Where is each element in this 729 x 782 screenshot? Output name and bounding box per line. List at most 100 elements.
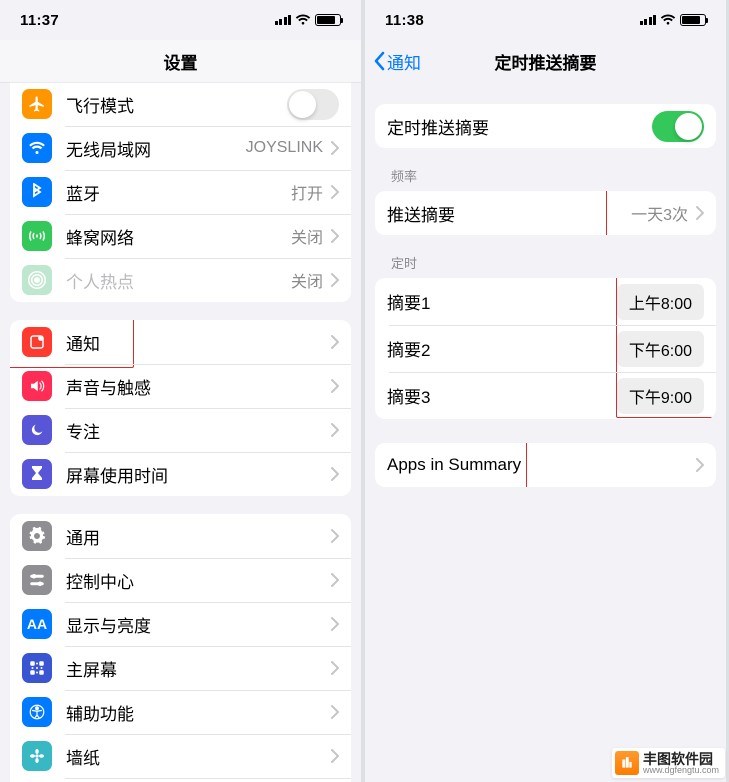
moon-icon (22, 415, 52, 445)
sound-icon (22, 371, 52, 401)
row-bluetooth[interactable]: 蓝牙 打开 (10, 170, 351, 214)
back-label: 通知 (387, 49, 421, 74)
chevron-icon (331, 661, 339, 675)
row-label: 通用 (66, 524, 331, 549)
row-label: 屏幕使用时间 (66, 462, 331, 487)
row-cellular[interactable]: 蜂窝网络 关闭 (10, 214, 351, 258)
row-label: 显示与亮度 (66, 612, 331, 637)
row-label: 主屏幕 (66, 656, 331, 681)
page-title: 设置 (164, 49, 198, 74)
row-label: 蓝牙 (66, 180, 291, 205)
status-bar: 11:38 (365, 0, 726, 40)
chevron-icon (331, 467, 339, 481)
hotspot-icon (22, 265, 52, 295)
scheduled-toggle[interactable] (652, 111, 704, 142)
watermark-icon (615, 751, 639, 775)
time-pill[interactable]: 下午9:00 (617, 378, 704, 414)
row-focus[interactable]: 专注 (10, 408, 351, 452)
row-control-center[interactable]: 控制中心 (10, 558, 351, 602)
row-label: 墙纸 (66, 744, 331, 769)
signal-icon (275, 15, 292, 25)
row-label: 摘要1 (387, 289, 617, 314)
time-pill[interactable]: 上午8:00 (617, 284, 704, 320)
left-phone: 11:37 设置 飞行模式 无线局域网 JOYSLINK (0, 0, 361, 782)
airplane-icon (22, 89, 52, 119)
row-sound[interactable]: 声音与触感 (10, 364, 351, 408)
row-notifications[interactable]: 通知 (10, 320, 351, 364)
settings-group-system: 通用 控制中心 AA 显示与亮度 主屏幕 辅助功能 (10, 514, 351, 782)
chevron-icon (331, 229, 339, 243)
notifications-icon (22, 327, 52, 357)
wifi-icon (660, 14, 676, 26)
chevron-icon (696, 458, 704, 472)
row-label: 辅助功能 (66, 700, 331, 725)
row-label: 个人热点 (66, 268, 291, 293)
chevron-icon (331, 573, 339, 587)
row-label: 摘要3 (387, 383, 617, 408)
page-title: 定时推送摘要 (495, 49, 597, 74)
chevron-icon (331, 423, 339, 437)
back-button[interactable]: 通知 (373, 49, 421, 74)
row-value: JOYSLINK (246, 139, 323, 157)
gear-icon (22, 521, 52, 551)
chevron-icon (331, 141, 339, 155)
row-wallpaper[interactable]: 墙纸 (10, 734, 351, 778)
group-label-schedule: 定时 (391, 253, 716, 272)
row-time-2[interactable]: 摘要2 下午6:00 (375, 325, 716, 372)
row-label: 摘要2 (387, 336, 617, 361)
row-value: 关闭 (291, 268, 323, 292)
row-label: 蜂窝网络 (66, 224, 291, 249)
page-header: 设置 (0, 40, 361, 82)
accessibility-icon (22, 697, 52, 727)
wifi-icon (22, 133, 52, 163)
sliders-icon (22, 565, 52, 595)
group-label-frequency: 频率 (391, 166, 716, 185)
page-header: 通知 定时推送摘要 (365, 40, 726, 82)
chevron-icon (331, 749, 339, 763)
airplane-toggle[interactable] (287, 89, 339, 120)
watermark: 丰图软件园 www.dgfengtu.com (612, 748, 725, 778)
wifi-icon (295, 14, 311, 26)
group-frequency: 推送摘要 一天3次 (375, 191, 716, 235)
time-pill[interactable]: 下午6:00 (617, 331, 704, 367)
row-scheduled-toggle[interactable]: 定时推送摘要 (375, 104, 716, 148)
row-label: 专注 (66, 418, 331, 443)
row-time-3[interactable]: 摘要3 下午9:00 (375, 372, 716, 419)
row-airplane[interactable]: 飞行模式 (10, 82, 351, 126)
chevron-icon (331, 273, 339, 287)
row-hotspot: 个人热点 关闭 (10, 258, 351, 302)
row-label: Apps in Summary (387, 455, 696, 475)
bluetooth-icon (22, 177, 52, 207)
row-time-1[interactable]: 摘要1 上午8:00 (375, 278, 716, 325)
row-label: 通知 (66, 330, 331, 355)
row-frequency[interactable]: 推送摘要 一天3次 (375, 191, 716, 235)
row-siri[interactable]: Siri与搜索 (10, 778, 351, 782)
chevron-icon (331, 185, 339, 199)
row-screentime[interactable]: 屏幕使用时间 (10, 452, 351, 496)
status-time: 11:37 (20, 12, 59, 29)
status-bar: 11:37 (0, 0, 361, 40)
chevron-icon (331, 379, 339, 393)
row-accessibility[interactable]: 辅助功能 (10, 690, 351, 734)
row-value: 一天3次 (631, 201, 688, 225)
settings-group-personal: 通知 声音与触感 专注 屏幕使用时间 (10, 320, 351, 496)
row-general[interactable]: 通用 (10, 514, 351, 558)
cellular-icon (22, 221, 52, 251)
battery-icon (680, 14, 706, 26)
settings-group-connectivity: 飞行模式 无线局域网 JOYSLINK 蓝牙 打开 蜂窝网络 关闭 (10, 82, 351, 302)
group-apps: Apps in Summary (375, 443, 716, 487)
row-apps-in-summary[interactable]: Apps in Summary (375, 443, 716, 487)
row-homescreen[interactable]: 主屏幕 (10, 646, 351, 690)
grid-icon (22, 653, 52, 683)
chevron-icon (331, 335, 339, 349)
battery-icon (315, 14, 341, 26)
row-label: 无线局域网 (66, 136, 246, 161)
status-icons (640, 14, 707, 26)
signal-icon (640, 15, 657, 25)
row-label: 飞行模式 (66, 92, 287, 117)
row-wifi[interactable]: 无线局域网 JOYSLINK (10, 126, 351, 170)
row-display[interactable]: AA 显示与亮度 (10, 602, 351, 646)
chevron-icon (696, 206, 704, 220)
watermark-text: 丰图软件园 (643, 752, 719, 766)
right-phone: 11:38 通知 定时推送摘要 定时推送摘要 频率 推送摘要 一天3次 定 (365, 0, 726, 782)
